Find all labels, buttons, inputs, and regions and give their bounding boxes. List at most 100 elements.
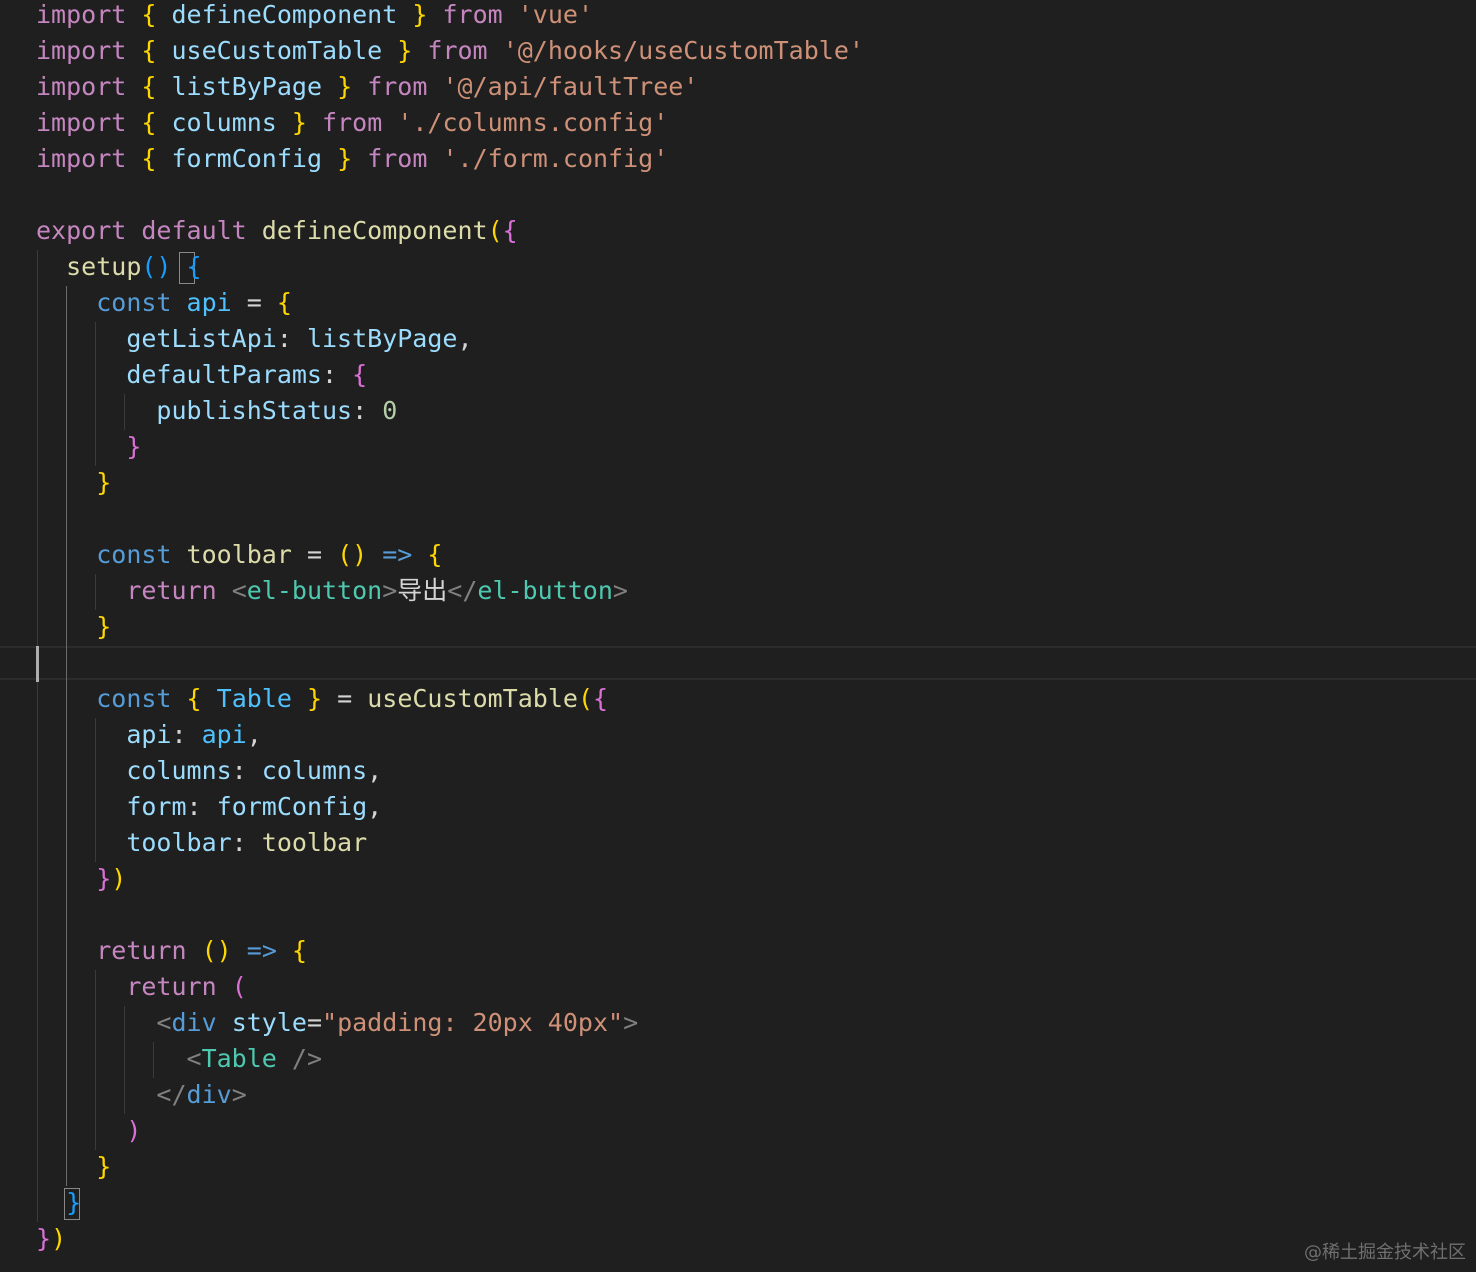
code-line[interactable]: getListApi: listByPage, (36, 321, 472, 357)
code-line[interactable]: } (36, 1149, 111, 1185)
code-line[interactable]: } (36, 465, 111, 501)
code-line[interactable]: <Table /> (36, 1041, 323, 1077)
code-token: columns (126, 756, 232, 785)
code-line[interactable]: const api = { (36, 285, 292, 321)
code-token: columns (171, 108, 277, 137)
code-line[interactable]: }) (36, 1221, 66, 1257)
code-line[interactable]: </div> (36, 1077, 246, 1113)
code-line[interactable]: defaultParams: { (36, 357, 367, 393)
code-line[interactable]: api: api, (36, 717, 262, 753)
code-line[interactable]: return ( (36, 969, 246, 1005)
code-token: } (96, 612, 112, 641)
code-token: listByPage (171, 72, 323, 101)
code-token: api (126, 720, 172, 749)
code-line[interactable]: ) (36, 1113, 141, 1149)
code-token: defaultParams (126, 360, 322, 389)
current-line-highlight (0, 646, 1476, 680)
code-editor[interactable]: import { defineComponent } from 'vue' imp… (0, 0, 1476, 1272)
code-token: > (612, 576, 628, 605)
code-token: { (427, 540, 443, 569)
code-token: () (337, 540, 368, 569)
code-token: el-button (246, 576, 383, 605)
code-line[interactable]: const { Table } = useCustomTable({ (36, 681, 608, 717)
code-line[interactable]: <div style="padding: 20px 40px"> (36, 1005, 638, 1041)
code-line[interactable]: } (36, 609, 111, 645)
code-token: { (276, 288, 292, 317)
code-line[interactable]: import { listByPage } from '@/api/faultT… (36, 69, 698, 105)
code-token: , (246, 720, 262, 749)
code-token: '@/hooks/useCustomTable' (502, 36, 864, 65)
code-line[interactable]: form: formConfig, (36, 789, 382, 825)
code-line[interactable]: import { formConfig } from './form.confi… (36, 141, 668, 177)
code-line[interactable]: setup() { (36, 249, 202, 285)
code-line[interactable]: columns: columns, (36, 753, 382, 789)
code-token: </ (156, 1080, 187, 1109)
code-token: ) (126, 1116, 142, 1145)
code-line[interactable]: } (36, 1185, 81, 1221)
code-token: } (337, 144, 353, 173)
code-line[interactable]: export default defineComponent({ (36, 213, 518, 249)
code-token: </ (447, 576, 478, 605)
code-token: : (321, 360, 353, 389)
code-token: defineComponent (261, 216, 488, 245)
code-line[interactable]: import { columns } from './columns.confi… (36, 105, 668, 141)
code-line[interactable]: }) (36, 861, 126, 897)
code-token: const (96, 684, 172, 713)
code-token: toolbar (126, 828, 232, 857)
code-token: from (427, 36, 488, 65)
code-token: { (593, 684, 609, 713)
code-token: { (141, 36, 157, 65)
code-token: : (171, 720, 202, 749)
code-token: { (502, 216, 518, 245)
code-token: const (96, 288, 172, 317)
code-token: ( (487, 216, 503, 245)
code-token: getListApi (126, 324, 277, 353)
code-line[interactable]: toolbar: toolbar (36, 825, 367, 861)
code-token: useCustomTable (367, 684, 578, 713)
code-line[interactable]: import { defineComponent } from 'vue' (36, 0, 593, 33)
code-token: { (141, 108, 157, 137)
code-line[interactable]: return <el-button>导出</el-button> (36, 573, 628, 609)
code-token: : (186, 792, 217, 821)
code-token: listByPage (306, 324, 458, 353)
code-line[interactable]: return () => { (36, 933, 307, 969)
code-token: : (276, 324, 307, 353)
code-line[interactable]: } (36, 429, 141, 465)
code-token: formConfig (171, 144, 323, 173)
code-token: { (141, 0, 157, 29)
code-line[interactable]: import { useCustomTable } from '@/hooks/… (36, 33, 864, 69)
code-token: > (382, 576, 398, 605)
watermark-text: @稀土掘金技术社区 (1304, 1242, 1466, 1263)
code-token: { (141, 144, 157, 173)
code-token: : (352, 396, 383, 425)
code-line[interactable]: const toolbar = () => { (36, 537, 442, 573)
code-token: Table (216, 684, 292, 713)
code-token: } (397, 36, 413, 65)
code-token: import (36, 0, 127, 29)
code-token: = (306, 1008, 323, 1037)
code-token: './columns.config' (397, 108, 669, 137)
code-line[interactable]: publishStatus: 0 (36, 393, 397, 429)
